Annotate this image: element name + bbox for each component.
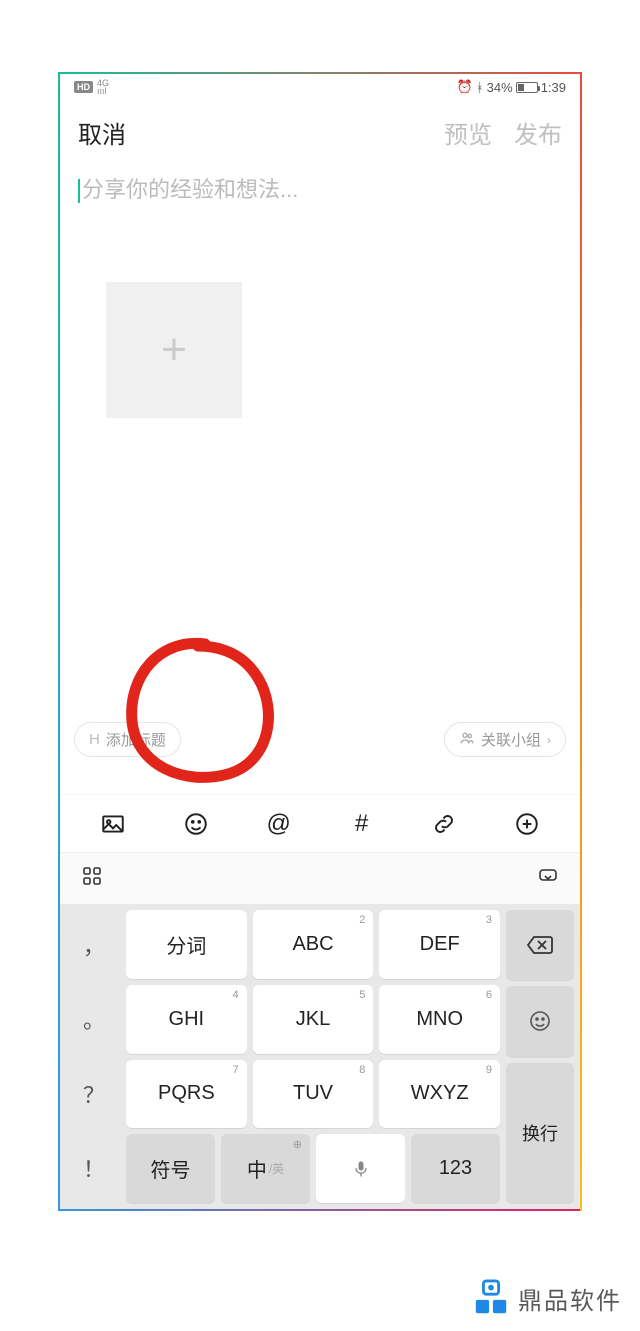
clock: 1:39 (541, 80, 566, 95)
key-symbol[interactable]: 符号 (126, 1134, 215, 1203)
watermark-text: 鼎品软件 (518, 1281, 622, 1316)
link-group-pill[interactable]: 关联小组 › (444, 722, 566, 757)
chevron-right-icon: › (547, 733, 551, 747)
heading-icon: H (89, 731, 100, 748)
insert-image-button[interactable] (99, 810, 127, 838)
watermark-logo-icon (472, 1279, 510, 1317)
key-mic[interactable] (316, 1134, 405, 1203)
key-def[interactable]: DEF3 (379, 910, 500, 979)
mention-button[interactable]: @ (265, 810, 293, 838)
key-period[interactable]: 。 (64, 982, 124, 1056)
key-pqrs[interactable]: PQRS7 (126, 1060, 247, 1129)
editor-placeholder: 分享你的经验和想法... (78, 172, 562, 212)
status-right: ⏰ ᚼ 34% 1:39 (457, 79, 566, 95)
add-more-button[interactable] (513, 810, 541, 838)
watermark: 鼎品软件 (472, 1279, 622, 1317)
key-enter[interactable]: 换行 (506, 1063, 574, 1204)
add-image-button[interactable]: + (106, 282, 242, 418)
key-mno[interactable]: MNO6 (379, 985, 500, 1054)
key-question[interactable]: ？ (64, 1057, 124, 1131)
hashtag-button[interactable]: # (347, 810, 375, 838)
battery-percent: 34% (487, 80, 513, 95)
add-title-pill[interactable]: H 添加标题 (74, 722, 181, 757)
status-bar: HD 4Gıııl ⏰ ᚼ 34% 1:39 (60, 74, 580, 100)
editor-toolbar: @ # (60, 794, 580, 852)
key-tuv[interactable]: TUV8 (253, 1060, 374, 1129)
plus-icon: + (161, 325, 187, 375)
phone-screen: HD 4Gıııl ⏰ ᚼ 34% 1:39 取消 预览 发布 分享你的经验和想… (60, 74, 580, 1209)
network-indicator: 4Gıııl (97, 79, 109, 95)
key-jkl[interactable]: JKL5 (253, 985, 374, 1054)
alarm-icon: ⏰ (457, 79, 473, 95)
key-emoji[interactable] (506, 986, 574, 1056)
preview-button[interactable]: 预览 (444, 115, 492, 150)
emoji-button[interactable] (182, 810, 210, 838)
key-ghi[interactable]: GHI4 (126, 985, 247, 1054)
people-icon (459, 730, 475, 750)
battery-icon (516, 82, 538, 93)
key-abc[interactable]: ABC2 (253, 910, 374, 979)
link-button[interactable] (430, 810, 458, 838)
key-wxyz[interactable]: WXYZ9 (379, 1060, 500, 1129)
key-segment[interactable]: 分词 (126, 910, 247, 979)
bluetooth-icon: ᚼ (476, 80, 484, 95)
status-left: HD 4Gıııl (74, 79, 109, 95)
hide-keyboard-icon[interactable] (536, 864, 560, 893)
key-comma[interactable]: ， (64, 908, 124, 982)
kb-main-grid: 分词 ABC2 DEF3 GHI4 JKL5 MNO6 PQRS7 TUV8 W… (124, 908, 502, 1205)
key-backspace[interactable] (506, 910, 574, 980)
kb-right-col: 换行 (502, 908, 576, 1205)
kb-punct-col: ， 。 ？ ！ (64, 908, 124, 1205)
hd-badge: HD (74, 81, 93, 93)
key-exclaim[interactable]: ！ (64, 1131, 124, 1205)
apps-icon[interactable] (80, 864, 104, 893)
keyboard: ， 。 ？ ！ 分词 ABC2 DEF3 GHI4 JKL5 MNO6 PQRS… (60, 904, 580, 1209)
nav-bar: 取消 预览 发布 (60, 100, 580, 164)
cancel-button[interactable]: 取消 (78, 115, 126, 150)
red-circle-annotation (110, 626, 290, 796)
text-cursor (78, 179, 80, 203)
link-group-label: 关联小组 (481, 729, 541, 750)
keyboard-control-bar (60, 852, 580, 904)
key-lang[interactable]: 中/英⊕ (221, 1134, 310, 1203)
key-123[interactable]: 123 (411, 1134, 500, 1203)
editor-area[interactable]: 分享你的经验和想法... + (60, 164, 580, 426)
add-title-label: 添加标题 (106, 729, 166, 750)
tag-row: H 添加标题 关联小组 › (60, 722, 580, 757)
publish-button[interactable]: 发布 (514, 115, 562, 150)
